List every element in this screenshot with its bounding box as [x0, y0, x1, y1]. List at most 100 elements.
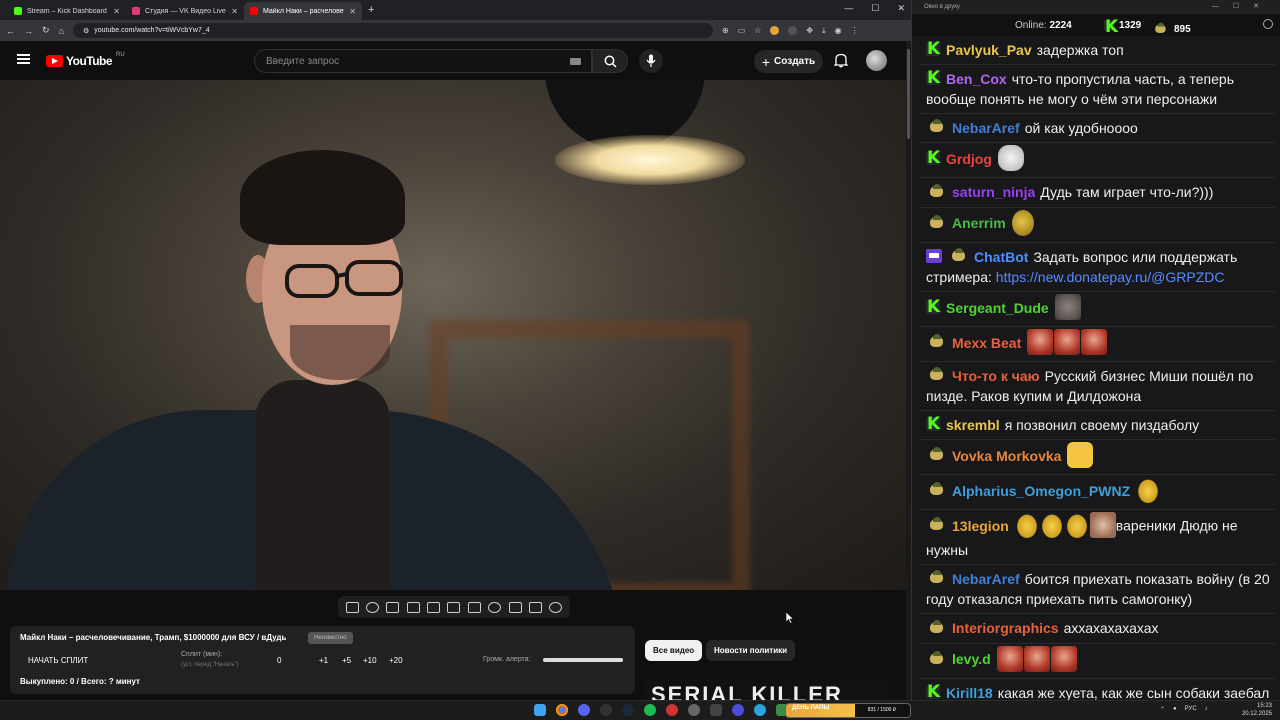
new-tab-icon[interactable]: + [368, 4, 374, 16]
close-tab-icon[interactable]: ✕ [113, 7, 120, 16]
url-field[interactable]: ⚙ youtube.com/watch?v=tiWVcbYw7_4 [72, 23, 713, 38]
add-1-button[interactable]: +1 [319, 656, 328, 665]
chat-username[interactable]: Ben_Cox [946, 71, 1007, 87]
search-button[interactable] [592, 49, 628, 73]
cinema-icon[interactable] [406, 601, 420, 613]
keyboard-icon[interactable] [570, 58, 581, 65]
donation-goal-bar: ДЕНЬ ПАПЫ 831 / 1500 ₽ [785, 703, 911, 718]
close-window-icon[interactable]: ✕ [897, 3, 905, 14]
close-tab-icon[interactable]: ✕ [231, 7, 238, 16]
settings-gear-icon[interactable] [549, 601, 563, 613]
chat-username[interactable]: NebarAref [952, 120, 1020, 136]
minimize-icon[interactable]: — [844, 3, 853, 14]
chat-username[interactable]: Что-то к чаю [952, 368, 1040, 384]
account-avatar[interactable] [866, 50, 887, 71]
start-windows-icon[interactable] [534, 704, 546, 716]
chat-username[interactable]: Anerrim [952, 215, 1006, 231]
chat-username[interactable]: Sergeant_Dude [946, 300, 1049, 316]
zoom-icon[interactable]: ⊕ [722, 26, 729, 35]
screenshot-camera-icon[interactable] [528, 601, 542, 613]
reload-icon[interactable]: ↻ [42, 25, 50, 36]
app-dark-icon[interactable] [710, 704, 722, 716]
app-grey-icon[interactable] [688, 704, 700, 716]
extensions-puzzle-icon[interactable]: ✥ [806, 26, 813, 35]
tab-youtube-video[interactable]: Майкл Наки – расчеловеч... ✕ [244, 2, 362, 20]
chat-username[interactable]: skrembl [946, 417, 1000, 433]
mouse-cursor-icon [786, 612, 794, 624]
search-input[interactable]: Введите запрос [254, 49, 592, 73]
chat-username[interactable]: Pavlyuk_Pav [946, 42, 1032, 58]
cast-icon[interactable]: ▭ [738, 26, 746, 35]
telegram-icon[interactable] [754, 704, 766, 716]
menu-hamburger-icon[interactable] [17, 54, 30, 64]
tab-bar: Stream – Kick Dashboard ✕ Студия — VK Ви… [0, 0, 911, 20]
language-indicator[interactable]: РУС [1185, 706, 1197, 713]
extension-dark-icon[interactable] [788, 26, 798, 35]
chat-username[interactable]: 13legion [952, 518, 1009, 534]
discord-icon[interactable] [578, 704, 590, 716]
media-player-icon[interactable] [732, 704, 744, 716]
downloads-icon[interactable]: ⤓ [822, 26, 826, 36]
chat-username[interactable]: Alpharius_Omegon_PWNZ [952, 483, 1130, 499]
notifications-bell-icon[interactable] [834, 53, 848, 68]
video-player[interactable] [0, 80, 906, 590]
close-tab-icon[interactable]: ✕ [349, 7, 356, 16]
picture-in-picture-icon[interactable] [427, 601, 441, 613]
app-red-icon[interactable] [666, 704, 678, 716]
chat-window-controls[interactable]: —☐✕ [1212, 0, 1273, 14]
microphone-tray-icon[interactable]: ● [1173, 706, 1177, 713]
site-info-icon[interactable]: ⚙ [83, 27, 89, 35]
youtube-header: YouTube RU Введите запрос + Создать [0, 41, 911, 80]
tab-vk-studio[interactable]: Студия — VK Видео Live ✕ [126, 2, 244, 20]
chat-username[interactable]: Kirill18 [946, 685, 993, 701]
eye-icon[interactable] [386, 601, 400, 613]
chat-username[interactable]: Interiorgraphics [952, 620, 1059, 636]
system-clock[interactable]: 15:23 20.12.2025 [1242, 702, 1272, 718]
forward-icon[interactable]: → [24, 26, 33, 36]
profile-icon[interactable]: ◉ [835, 26, 842, 35]
alert-volume-slider[interactable] [543, 658, 623, 662]
chat-username[interactable]: ChatBot [974, 249, 1028, 265]
create-button[interactable]: + Создать [754, 50, 823, 73]
chat-settings-icon[interactable] [1263, 19, 1273, 29]
bookmark-star-icon[interactable]: ☆ [754, 26, 761, 35]
guard-badge-icon [926, 118, 946, 136]
add-10-button[interactable]: +10 [363, 656, 377, 665]
add-5-button[interactable]: +5 [342, 656, 351, 665]
loop-icon[interactable] [345, 601, 359, 613]
chat-message-link[interactable]: https://new.donatepay.ru/@GRPZDC [996, 269, 1225, 285]
volume-icon[interactable]: ♪ [1205, 706, 1208, 713]
obs-icon[interactable] [600, 704, 612, 716]
spotify-icon[interactable] [644, 704, 656, 716]
tab-kick-dashboard[interactable]: Stream – Kick Dashboard ✕ [8, 2, 126, 20]
back-icon[interactable]: ← [6, 26, 15, 36]
speed-icon[interactable] [488, 601, 502, 613]
steam-icon[interactable] [622, 704, 634, 716]
filmstrip-icon[interactable] [467, 601, 481, 613]
scrollbar-thumb[interactable] [907, 49, 910, 139]
chat-username[interactable]: Vovka Morkovka [952, 448, 1061, 464]
chat-username[interactable]: levy.d [952, 651, 991, 667]
menu-dots-icon[interactable]: ⋮ [851, 26, 859, 35]
chip-all-videos[interactable]: Все видео [645, 640, 703, 661]
youtube-logo[interactable]: YouTube RU [46, 52, 125, 68]
chip-politics-news[interactable]: Новости политики [706, 640, 796, 661]
player-tools-bar [338, 596, 570, 618]
start-split-button[interactable]: НАЧАТЬ СПЛИТ [28, 656, 88, 665]
add-screen-icon[interactable] [508, 601, 522, 613]
chat-username[interactable]: saturn_ninja [952, 184, 1035, 200]
tray-arrow-icon[interactable]: ⌃ [1160, 706, 1165, 713]
maximize-icon[interactable]: ☐ [871, 3, 879, 14]
chat-username[interactable]: Grdjog [946, 151, 992, 167]
broadcast-icon[interactable] [366, 601, 380, 613]
chat-username[interactable]: Mexx Beat [952, 335, 1021, 351]
add-20-button[interactable]: +20 [389, 656, 403, 665]
chat-username[interactable]: NebarAref [952, 571, 1020, 587]
chrome-icon[interactable] [556, 704, 568, 716]
related-video-thumbnail[interactable]: SERIAL KILLER [645, 680, 890, 700]
online-label: Online: [1015, 20, 1047, 31]
film-icon[interactable] [447, 601, 461, 613]
extension-orange-icon[interactable] [770, 26, 780, 35]
home-icon[interactable]: ⌂ [59, 26, 64, 36]
voice-search-button[interactable] [639, 49, 663, 73]
